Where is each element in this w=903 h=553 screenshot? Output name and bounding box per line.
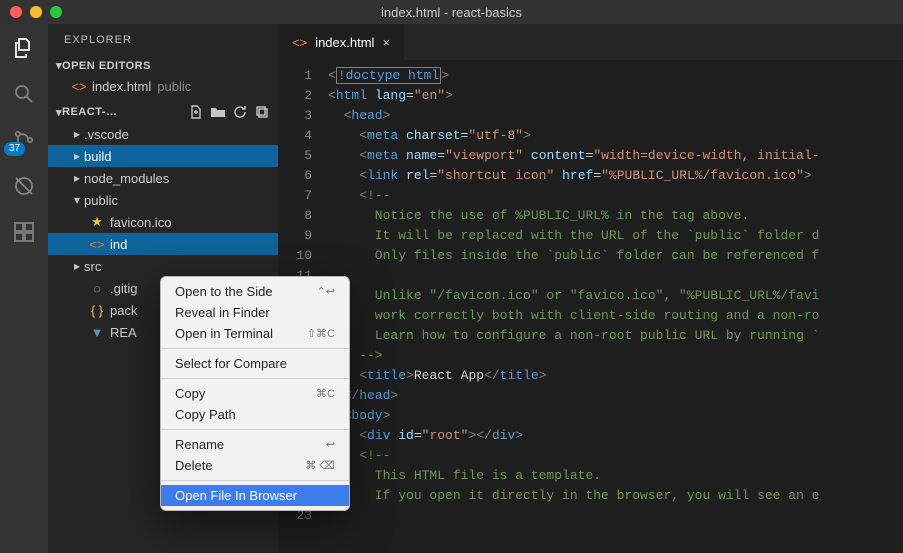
file-row[interactable]: <> ind [48, 233, 278, 255]
menu-item-shortcut: ⌘ ⌫ [305, 459, 335, 472]
window-title: index.html - react-basics [0, 5, 903, 20]
menu-item[interactable]: Reveal in Finder [161, 302, 349, 323]
tree-item-label: node_modules [84, 171, 169, 186]
menu-item-label: Delete [175, 458, 213, 473]
chevron-right-icon: ▸ [70, 127, 84, 141]
editor-area: <> index.html × 123456789101112131415161… [278, 24, 903, 553]
folder-row[interactable]: ▸src [48, 255, 278, 277]
json-file-icon: { } [88, 301, 106, 319]
folder-row[interactable]: ▸.vscode [48, 123, 278, 145]
menu-item-shortcut: ⌘C [316, 387, 335, 400]
tree-item-label: REA [110, 325, 137, 340]
new-file-icon[interactable] [188, 104, 204, 120]
new-folder-icon[interactable] [210, 104, 226, 120]
menu-item-label: Open in Terminal [175, 326, 273, 341]
folder-row[interactable]: ▸build [48, 145, 278, 167]
menu-item-label: Select for Compare [175, 356, 287, 371]
open-editor-item[interactable]: <> index.html public [48, 75, 278, 97]
menu-item-label: Open File In Browser [175, 488, 297, 503]
chevron-right-icon: ▸ [70, 171, 84, 185]
open-editor-dir: public [157, 79, 191, 94]
tree-item-label: .gitig [110, 281, 137, 296]
debug-icon[interactable] [10, 172, 38, 200]
tree-item-label: favicon.ico [110, 215, 171, 230]
activity-bar [0, 24, 48, 553]
sidebar-title: EXPLORER [48, 24, 278, 56]
tab-index-html[interactable]: <> index.html × [278, 24, 405, 60]
tree-item-label: build [84, 149, 111, 164]
menu-item[interactable]: Open to the Side ⌃↩ [161, 281, 349, 302]
code-area[interactable]: 1234567891011121314151617181920212223 <!… [278, 60, 903, 553]
file-context-menu: Open to the Side ⌃↩ Reveal in Finder Open i… [160, 276, 350, 511]
menu-item-shortcut: ⌃↩ [317, 285, 335, 298]
menu-item[interactable]: Open in Terminal ⇧⌘C [161, 323, 349, 344]
menu-item-shortcut: ⇧⌘C [307, 327, 335, 340]
menu-item-label: Rename [175, 437, 224, 452]
git-file-icon: ◌ [88, 279, 106, 297]
editor-tabs: <> index.html × [278, 24, 903, 60]
menu-item[interactable]: Copy ⌘C [161, 383, 349, 404]
menu-separator [161, 348, 349, 349]
html-file-icon: <> [292, 35, 307, 50]
chevron-right-icon: ▸ [70, 259, 84, 273]
search-icon[interactable] [10, 80, 38, 108]
project-header-tools [188, 104, 270, 120]
project-header[interactable]: ▾ REACT-… [48, 101, 278, 123]
menu-item[interactable]: Open File In Browser [161, 485, 349, 506]
menu-separator [161, 429, 349, 430]
menu-item-label: Reveal in Finder [175, 305, 270, 320]
folder-row[interactable]: ▸node_modules [48, 167, 278, 189]
readme-file-icon: ▼ [88, 323, 106, 341]
tree-item-label: pack [110, 303, 137, 318]
collapse-icon[interactable] [254, 104, 270, 120]
menu-item[interactable]: Rename ↩ [161, 434, 349, 455]
project-label: REACT-… [62, 106, 188, 118]
menu-separator [161, 378, 349, 379]
menu-item-label: Copy Path [175, 407, 236, 422]
menu-item-label: Copy [175, 386, 205, 401]
menu-item[interactable]: Delete ⌘ ⌫ [161, 455, 349, 476]
menu-item-label: Open to the Side [175, 284, 273, 299]
tab-label: index.html [315, 35, 374, 50]
html-file-icon: <> [88, 235, 106, 253]
extensions-icon[interactable] [10, 218, 38, 246]
chevron-down-icon: ▾ [70, 193, 84, 207]
tree-item-label: src [84, 259, 101, 274]
files-icon[interactable] [10, 34, 38, 62]
chevron-right-icon: ▸ [70, 149, 84, 163]
file-row[interactable]: ★ favicon.ico [48, 211, 278, 233]
window-titlebar[interactable]: index.html - react-basics [0, 0, 903, 24]
refresh-icon[interactable] [232, 104, 248, 120]
menu-item[interactable]: Copy Path [161, 404, 349, 425]
star-file-icon: ★ [88, 213, 106, 231]
menu-item-shortcut: ↩ [326, 438, 335, 451]
close-tab-icon[interactable]: × [382, 35, 390, 50]
folder-row[interactable]: ▾public [48, 189, 278, 211]
open-editors-header[interactable]: ▾ OPEN EDITORS [48, 56, 278, 75]
code-content[interactable]: <!doctype html><html lang="en"> <head> <… [322, 60, 903, 553]
menu-item[interactable]: Select for Compare [161, 353, 349, 374]
tree-item-label: .vscode [84, 127, 129, 142]
tree-item-label: public [84, 193, 118, 208]
tree-item-label: ind [110, 237, 127, 252]
menu-separator [161, 480, 349, 481]
source-control-icon[interactable] [10, 126, 38, 154]
open-editor-label: index.html [92, 79, 151, 94]
open-editors-label: OPEN EDITORS [62, 60, 270, 72]
html-file-icon: <> [70, 77, 88, 95]
